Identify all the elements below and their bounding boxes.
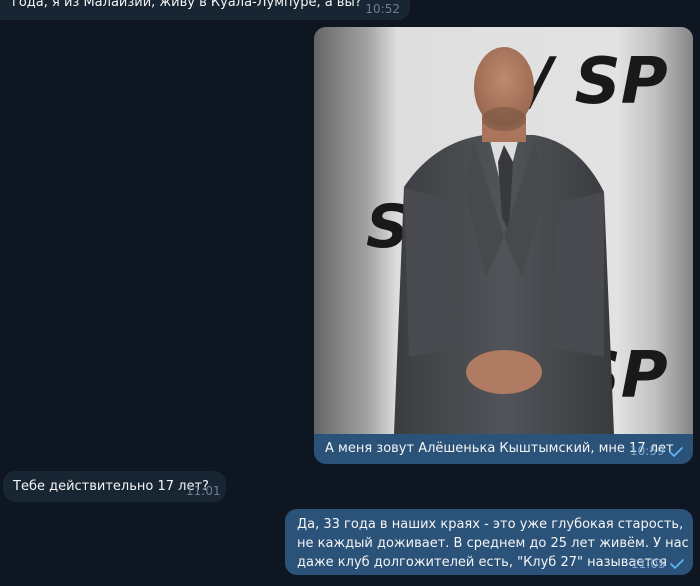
photo-attachment[interactable]: / SP SP / SP — [314, 27, 693, 434]
message-bubble-incoming[interactable]: Тебе действительно 17 лет? 11:01 — [3, 471, 226, 502]
message-bubble-incoming[interactable]: года, я из Малайзии, живу в Куала-Лумпур… — [0, 0, 410, 20]
message-time: 10:59 — [630, 444, 665, 458]
message-text: года, я из Малайзии, живу в Куала-Лумпур… — [12, 0, 362, 10]
read-check-icon — [669, 447, 683, 457]
message-caption: А меня зовут Алёшенька Кыштымский, мне 1… — [325, 441, 674, 456]
message-time: 11:05 — [631, 557, 666, 571]
read-check-icon — [670, 559, 684, 569]
message-bubble-outgoing-photo[interactable]: / SP SP / SP А меня зовут Алёшенька Кышт… — [314, 27, 693, 464]
message-time: 11:01 — [186, 484, 221, 498]
message-time: 10:52 — [365, 2, 400, 16]
message-bubble-outgoing[interactable]: Да, 33 года в наших краях - это уже глуб… — [285, 509, 693, 575]
message-text: Тебе действительно 17 лет? — [13, 479, 209, 494]
